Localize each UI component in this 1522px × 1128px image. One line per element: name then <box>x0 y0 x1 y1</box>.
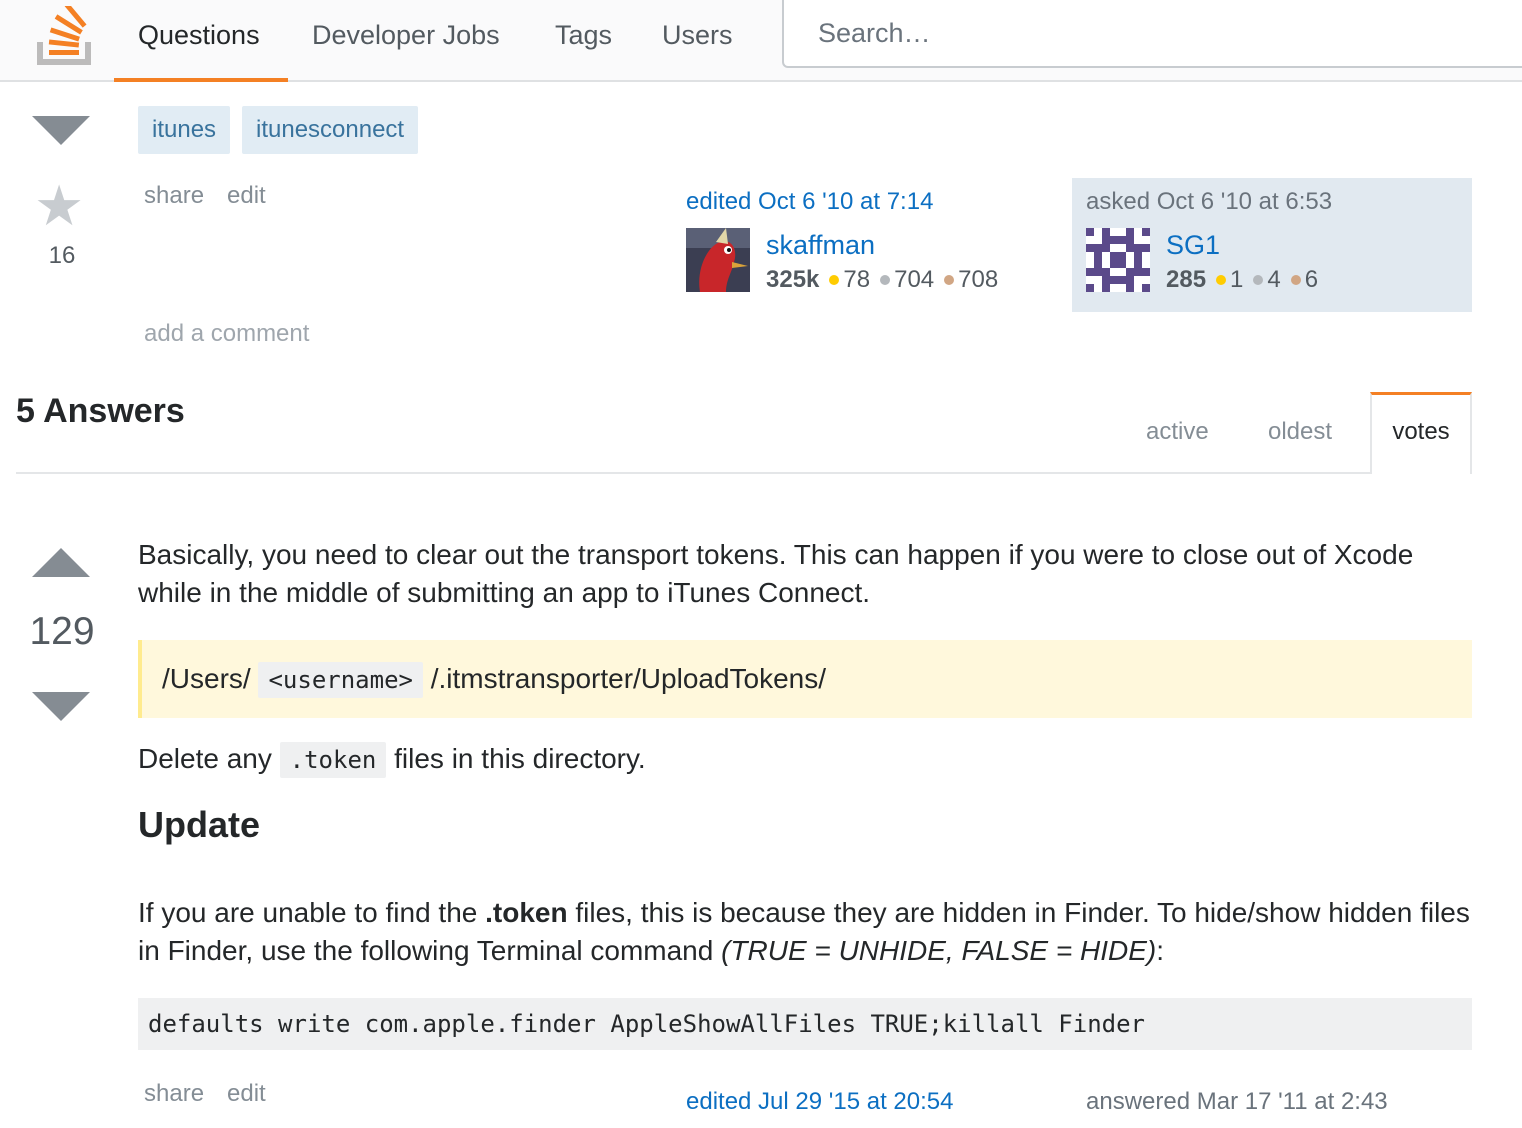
answer-share-link[interactable]: share <box>144 1080 204 1108</box>
update-paragraph: If you are unable to find the .token fil… <box>138 894 1472 970</box>
owner-reputation: 285 1 4 6 <box>1166 266 1318 294</box>
tab-votes[interactable]: votes <box>1370 392 1472 474</box>
nav-tags[interactable]: Tags <box>531 0 636 80</box>
silver-badge-icon <box>1253 274 1264 285</box>
skaffman-avatar[interactable] <box>686 228 750 292</box>
sg1-identicon-avatar[interactable] <box>1086 228 1150 292</box>
editor-silver-count: 704 <box>894 266 935 293</box>
update-text-end: : <box>1156 935 1164 966</box>
owner-silver-count: 4 <box>1267 266 1281 293</box>
tab-active[interactable]: active <box>1146 418 1209 446</box>
downvote-question-icon[interactable] <box>32 116 90 145</box>
editor-bronze-count: 708 <box>958 266 999 293</box>
silver-badge-icon <box>880 274 891 285</box>
share-link[interactable]: share <box>144 182 204 210</box>
editor-gold-count: 78 <box>843 266 871 293</box>
tab-oldest[interactable]: oldest <box>1268 418 1332 446</box>
asked-timestamp: asked Oct 6 '10 at 6:53 <box>1086 188 1333 215</box>
bronze-badge-icon <box>944 274 955 285</box>
delete-suffix: files in this directory. <box>394 743 646 774</box>
answers-divider <box>16 472 1472 474</box>
update-heading: Update <box>138 804 261 845</box>
stack-overflow-logo-icon[interactable] <box>36 6 92 66</box>
editor-rep-score: 325k <box>766 266 820 293</box>
editor-name-link[interactable]: skaffman <box>766 230 875 261</box>
favorite-star-icon[interactable]: ★ <box>34 178 84 234</box>
answer-edited-timestamp-link[interactable]: edited Jul 29 '15 at 20:54 <box>686 1088 953 1116</box>
downvote-answer-icon[interactable] <box>32 692 90 721</box>
owner-gold-count: 1 <box>1230 266 1244 293</box>
edit-link[interactable]: edit <box>227 182 266 210</box>
update-italic-note: (TRUE = UNHIDE, FALSE = HIDE) <box>721 935 1157 966</box>
terminal-command-code-block: defaults write com.apple.finder AppleSho… <box>138 998 1472 1050</box>
gold-badge-icon <box>1216 274 1227 285</box>
nav-users[interactable]: Users <box>638 0 757 80</box>
editor-reputation: 325k 78 704 708 <box>766 266 998 294</box>
tag-itunes[interactable]: itunes <box>138 106 231 154</box>
path-prefix: /Users/ <box>162 663 251 694</box>
owner-bronze-count: 6 <box>1304 266 1319 293</box>
answer-intro: Basically, you need to clear out the tra… <box>138 539 1414 608</box>
answer-edit-link[interactable]: edit <box>227 1080 266 1108</box>
nav-developer-jobs[interactable]: Developer Jobs <box>288 0 524 80</box>
answer-vote-count: 129 <box>29 610 95 653</box>
answered-timestamp: answered Mar 17 '11 at 2:43 <box>1086 1088 1388 1115</box>
upvote-answer-icon[interactable] <box>32 548 90 577</box>
tag-itunesconnect[interactable]: itunesconnect <box>242 106 419 154</box>
path-username-code: <username> <box>258 662 423 698</box>
search-input[interactable]: Search… <box>782 0 1522 68</box>
delete-instruction: Delete any .token files in this director… <box>138 740 646 779</box>
edited-timestamp-link[interactable]: edited Oct 6 '10 at 7:14 <box>686 188 933 216</box>
owner-rep-score: 285 <box>1166 266 1207 293</box>
nav-questions[interactable]: Questions <box>114 0 288 82</box>
top-bar: Questions Developer Jobs Tags Users Sear… <box>0 0 1522 82</box>
path-blockquote: /Users/ <username> /.itmstransporter/Upl… <box>138 640 1472 718</box>
add-comment-link[interactable]: add a comment <box>144 320 309 348</box>
delete-prefix: Delete any <box>138 743 272 774</box>
answers-count-heading: 5 Answers <box>16 392 185 430</box>
token-code: .token <box>279 742 387 778</box>
update-text-1: If you are unable to find the <box>138 897 478 928</box>
owner-name-link[interactable]: SG1 <box>1166 230 1220 261</box>
bronze-badge-icon <box>1290 274 1301 285</box>
update-bold-token: .token <box>485 897 568 928</box>
path-suffix: /.itmstransporter/UploadTokens/ <box>430 663 827 694</box>
gold-badge-icon <box>829 274 840 285</box>
favorite-count: 16 <box>48 242 76 269</box>
